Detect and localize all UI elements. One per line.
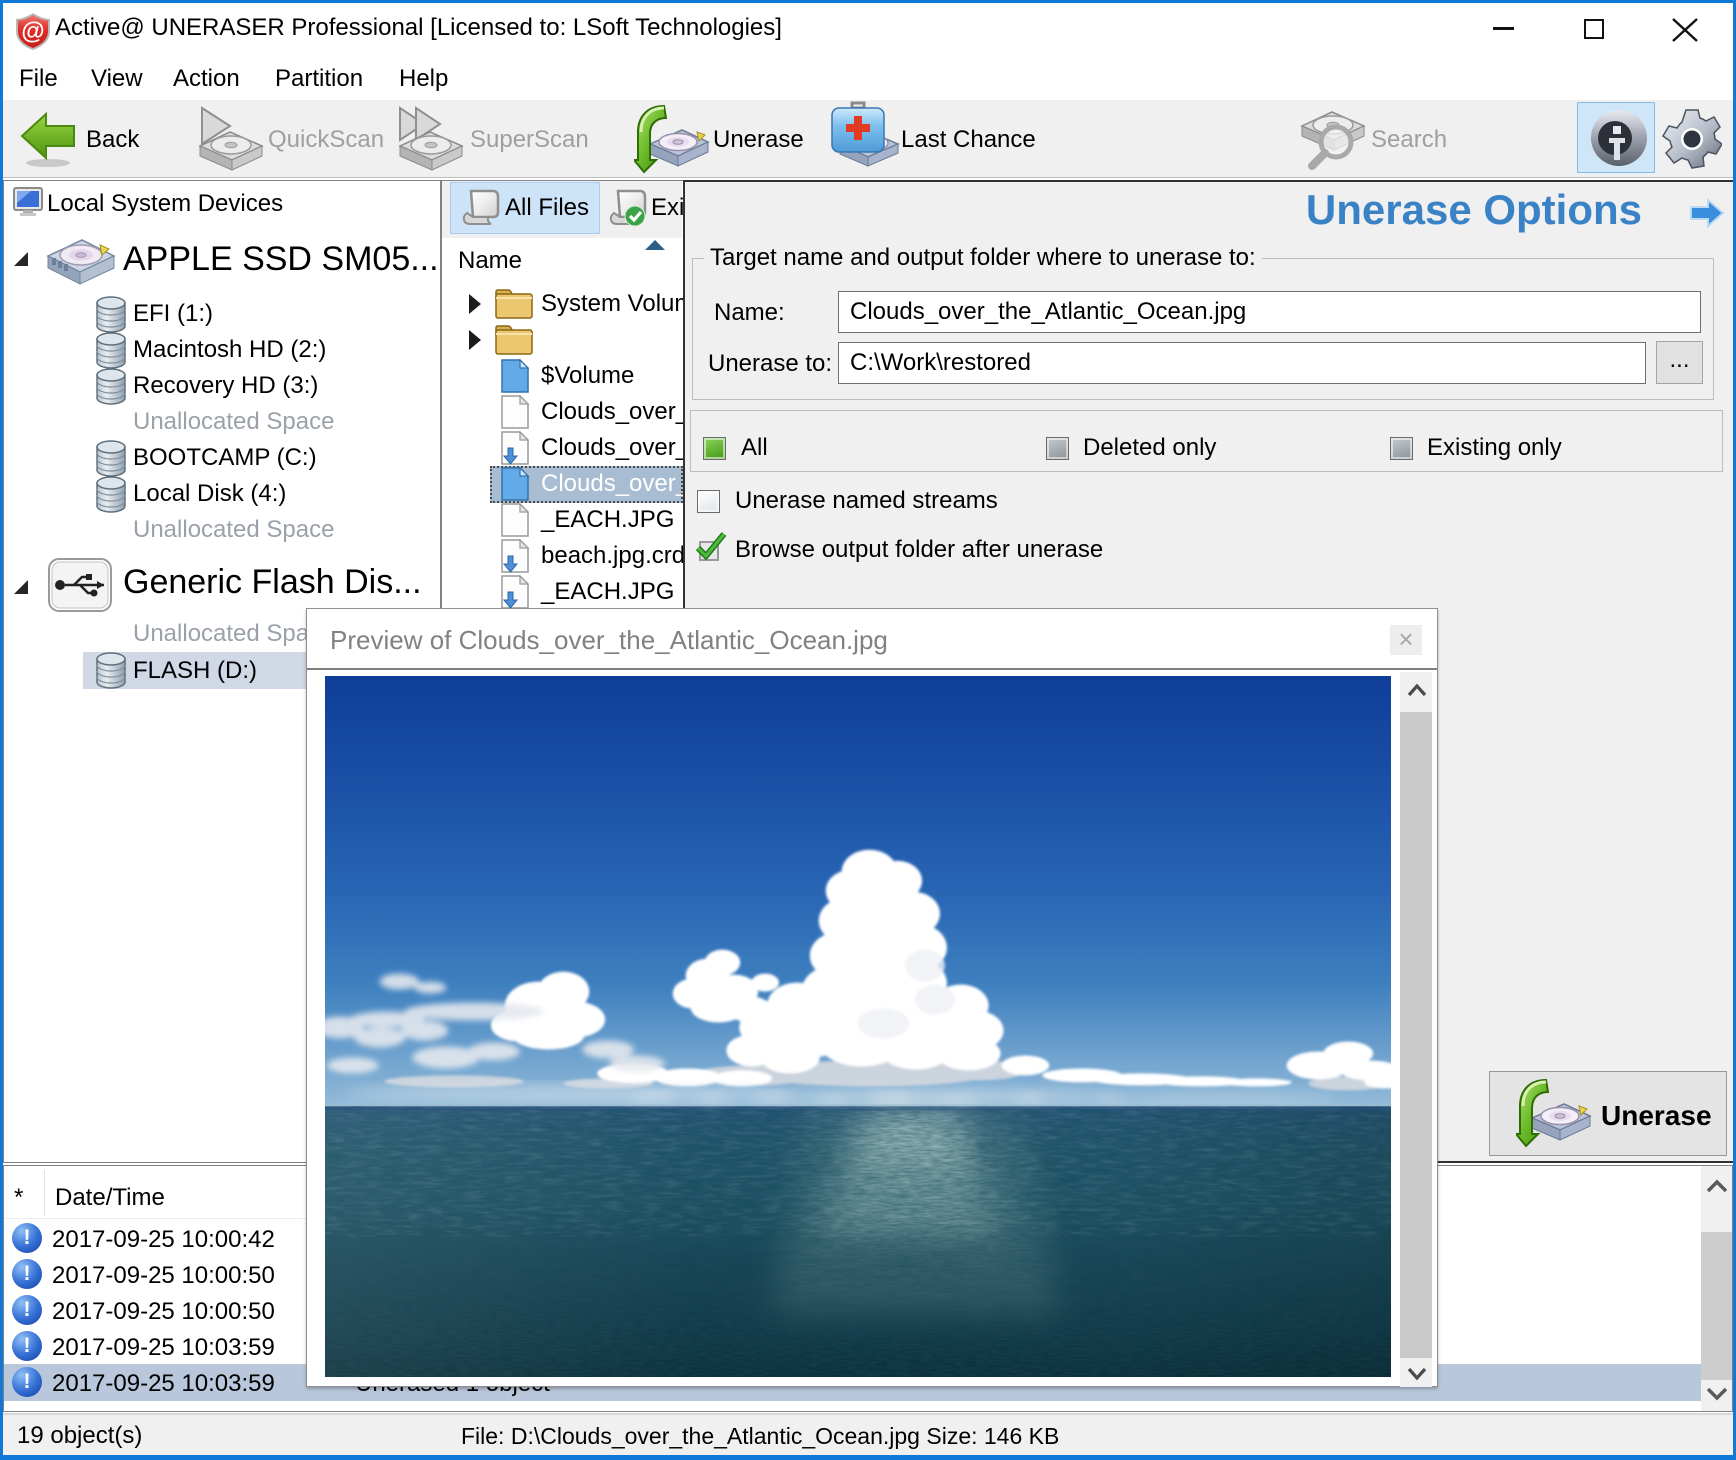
svg-text:@: @ [21, 18, 44, 45]
